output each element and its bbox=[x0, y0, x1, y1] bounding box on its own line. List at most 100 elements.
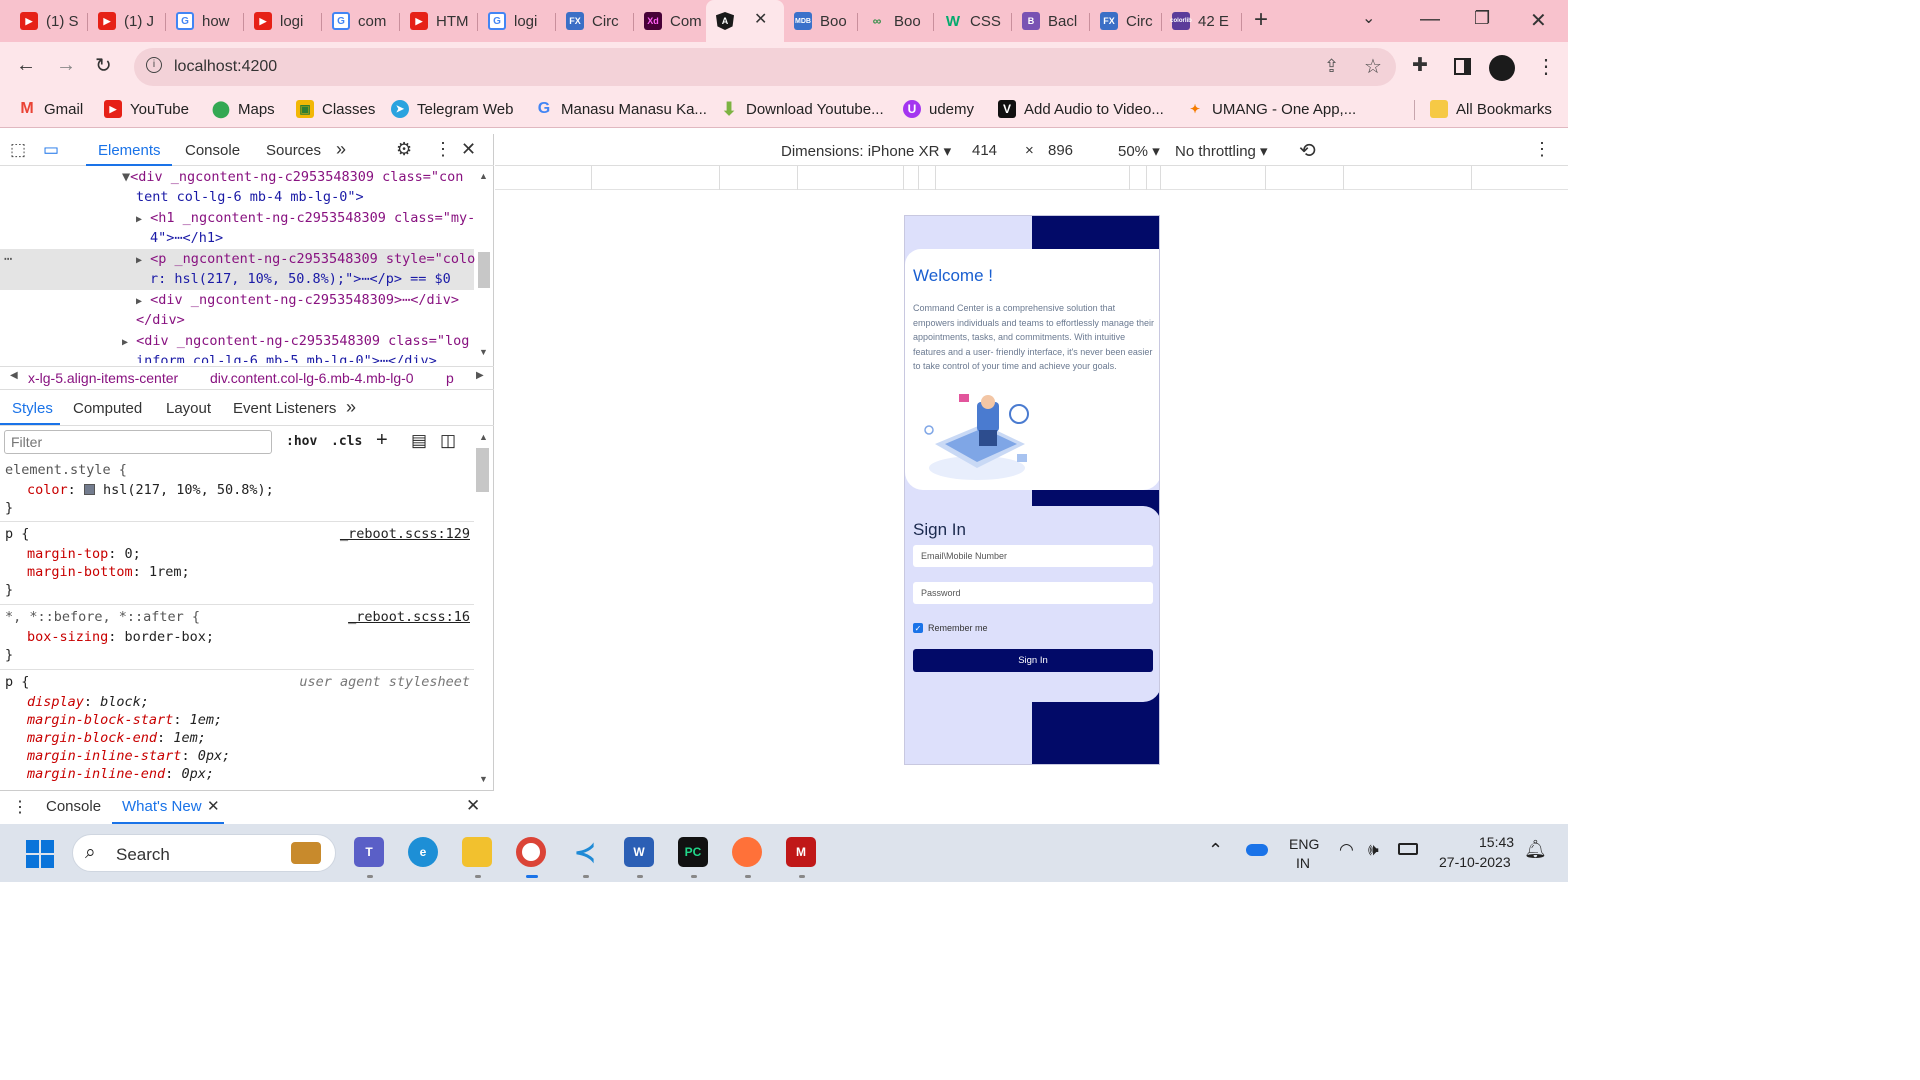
remember-me-checkbox[interactable]: ✓ Remember me bbox=[913, 623, 988, 633]
tab-sources[interactable]: Sources bbox=[266, 142, 321, 159]
browser-tab[interactable]: ∞ Boo bbox=[858, 6, 934, 36]
bookmark-star-icon[interactable]: ☆ bbox=[1364, 54, 1382, 79]
browser-tab[interactable]: colorlib 42 E bbox=[1162, 6, 1242, 36]
share-icon[interactable]: ⇪ bbox=[1324, 56, 1339, 77]
minimize-icon[interactable]: — bbox=[1420, 8, 1440, 31]
scroll-up-icon[interactable]: ▲ bbox=[479, 171, 488, 181]
device-height-input[interactable]: 896 bbox=[1048, 142, 1073, 159]
style-property[interactable]: color: hsl(217, 10%, 50.8%); bbox=[27, 481, 274, 499]
address-bar[interactable]: i localhost:4200 ⇪ ☆ bbox=[134, 48, 1396, 86]
windows-start-icon[interactable] bbox=[26, 840, 54, 868]
color-swatch[interactable] bbox=[83, 484, 95, 495]
styles-filter-input[interactable] bbox=[4, 430, 272, 454]
browser-tab[interactable]: Xd Com bbox=[634, 6, 706, 36]
url-text[interactable]: localhost:4200 bbox=[174, 58, 277, 76]
browser-tab[interactable]: MDB Boo bbox=[784, 6, 858, 36]
email-field[interactable]: Email\Mobile Number bbox=[913, 545, 1153, 567]
style-property[interactable]: margin-bottom: 1rem; bbox=[27, 563, 190, 581]
extensions-icon[interactable]: ✚ bbox=[1412, 54, 1428, 77]
file-explorer-icon[interactable] bbox=[462, 837, 492, 867]
breadcrumb-left-icon[interactable]: ◀ bbox=[10, 370, 18, 381]
new-tab-button[interactable]: + bbox=[1254, 6, 1268, 34]
clock-time[interactable]: 15:43 bbox=[1479, 834, 1514, 850]
browser-tab[interactable]: B Bacl bbox=[1012, 6, 1090, 36]
browser-tab[interactable]: G how bbox=[166, 6, 244, 36]
tab-search-icon[interactable]: ⌄ bbox=[1362, 8, 1375, 28]
breadcrumb-item[interactable]: p bbox=[446, 370, 454, 386]
style-property[interactable]: box-sizing: border-box; bbox=[27, 628, 214, 646]
close-devtools-icon[interactable]: ✕ bbox=[461, 139, 476, 160]
settings-gear-icon[interactable]: ⚙ bbox=[396, 139, 412, 160]
device-width-input[interactable]: 414 bbox=[972, 142, 997, 159]
language-indicator[interactable]: ENG bbox=[1289, 836, 1319, 852]
rotate-icon[interactable]: ⟲ bbox=[1299, 138, 1316, 163]
scroll-down-icon[interactable]: ▼ bbox=[479, 347, 488, 357]
more-subtabs-icon[interactable]: » bbox=[346, 397, 356, 418]
subtab-layout[interactable]: Layout bbox=[166, 400, 211, 417]
bookmark-umang[interactable]: ✦ UMANG - One App,... bbox=[1186, 100, 1356, 118]
forward-icon[interactable]: → bbox=[56, 54, 76, 77]
subtab-computed[interactable]: Computed bbox=[73, 400, 142, 417]
rule-source-link[interactable]: _reboot.scss:129 bbox=[340, 525, 470, 543]
browser-tab[interactable]: FX Circ bbox=[1090, 6, 1162, 36]
subtab-styles[interactable]: Styles bbox=[12, 400, 53, 417]
battery-icon[interactable] bbox=[1398, 843, 1418, 855]
browser-tab[interactable]: FX Circ bbox=[556, 6, 634, 36]
bookmark-gmail[interactable]: M Gmail bbox=[18, 100, 83, 118]
browser-tab-active[interactable]: A ✕ bbox=[706, 0, 784, 42]
taskbar-search[interactable]: ⌕ Search bbox=[72, 834, 336, 872]
styles-scrollbar[interactable] bbox=[476, 448, 489, 492]
password-field[interactable]: Password bbox=[913, 582, 1153, 604]
scroll-down-icon[interactable]: ▼ bbox=[479, 774, 488, 784]
device-options-icon[interactable]: ⋮ bbox=[1533, 139, 1551, 160]
browser-tab[interactable]: ▶ logi bbox=[244, 6, 322, 36]
reload-icon[interactable]: ↻ bbox=[95, 53, 112, 78]
region-indicator[interactable]: IN bbox=[1296, 855, 1310, 871]
clock-date[interactable]: 27-10-2023 bbox=[1439, 854, 1511, 870]
node-actions-icon[interactable]: ⋯ bbox=[4, 249, 12, 270]
bookmark-veed[interactable]: V Add Audio to Video... bbox=[998, 100, 1164, 118]
tray-chevron-icon[interactable]: ⌃ bbox=[1208, 840, 1223, 861]
close-drawer-icon[interactable]: ✕ bbox=[466, 796, 480, 816]
hov-toggle[interactable]: :hov bbox=[286, 434, 317, 449]
scroll-up-icon[interactable]: ▲ bbox=[479, 432, 488, 442]
chrome-icon[interactable] bbox=[516, 837, 546, 867]
subtab-event-listeners[interactable]: Event Listeners bbox=[233, 400, 336, 417]
browser-tab[interactable]: ▶ (1) S bbox=[10, 6, 88, 36]
drawer-tab-console[interactable]: Console bbox=[46, 798, 101, 815]
bookmark-google[interactable]: G Manasu Manasu Ka... bbox=[535, 100, 707, 118]
tab-elements[interactable]: Elements bbox=[98, 142, 161, 159]
browser-tab[interactable]: ▶ (1) J bbox=[88, 6, 166, 36]
drawer-tab-whats-new[interactable]: What's New bbox=[122, 798, 202, 815]
pycharm-icon[interactable]: PC bbox=[678, 837, 708, 867]
new-style-rule-icon[interactable]: + bbox=[376, 429, 388, 452]
browser-tab[interactable]: G com bbox=[322, 6, 400, 36]
mcafee-icon[interactable]: M bbox=[786, 837, 816, 867]
restore-icon[interactable]: ❐ bbox=[1474, 8, 1490, 29]
signin-button[interactable]: Sign In bbox=[913, 649, 1153, 672]
device-toolbar-icon[interactable]: ▭ bbox=[43, 140, 59, 160]
rule-source-link[interactable]: _reboot.scss:16 bbox=[348, 608, 470, 626]
bookmark-download[interactable]: ⬇ Download Youtube... bbox=[720, 99, 883, 119]
teams-icon[interactable]: T bbox=[354, 837, 384, 867]
site-info-icon[interactable]: i bbox=[146, 57, 162, 73]
menu-kebab-icon[interactable]: ⋮ bbox=[1536, 54, 1556, 79]
elements-scrollbar[interactable] bbox=[478, 252, 490, 288]
bookmark-all[interactable]: All Bookmarks bbox=[1430, 100, 1552, 118]
word-icon[interactable]: W bbox=[624, 837, 654, 867]
checkbox-checked-icon[interactable]: ✓ bbox=[913, 623, 923, 633]
zoom-select[interactable]: 50% ▾ bbox=[1118, 142, 1160, 160]
bookmark-telegram[interactable]: ➤ Telegram Web bbox=[391, 100, 513, 118]
throttling-select[interactable]: No throttling ▾ bbox=[1175, 142, 1268, 160]
bookmark-udemy[interactable]: U udemy bbox=[903, 100, 974, 118]
device-select[interactable]: Dimensions: iPhone XR ▾ bbox=[781, 142, 951, 160]
edge-icon[interactable]: e bbox=[408, 837, 438, 867]
dom-node-line[interactable]: ▼<div _ngcontent-ng-c2953548309 class="c… bbox=[122, 167, 463, 188]
browser-tab[interactable]: ▶ HTM bbox=[400, 6, 478, 36]
close-window-icon[interactable]: ✕ bbox=[1530, 8, 1547, 33]
breadcrumb-item[interactable]: х-lg-5.align-items-center bbox=[28, 370, 178, 386]
close-tab-icon[interactable]: ✕ bbox=[754, 9, 767, 29]
back-icon[interactable]: ← bbox=[16, 54, 36, 77]
cls-toggle[interactable]: .cls bbox=[331, 434, 362, 449]
breadcrumb-right-icon[interactable]: ▶ bbox=[476, 370, 484, 381]
